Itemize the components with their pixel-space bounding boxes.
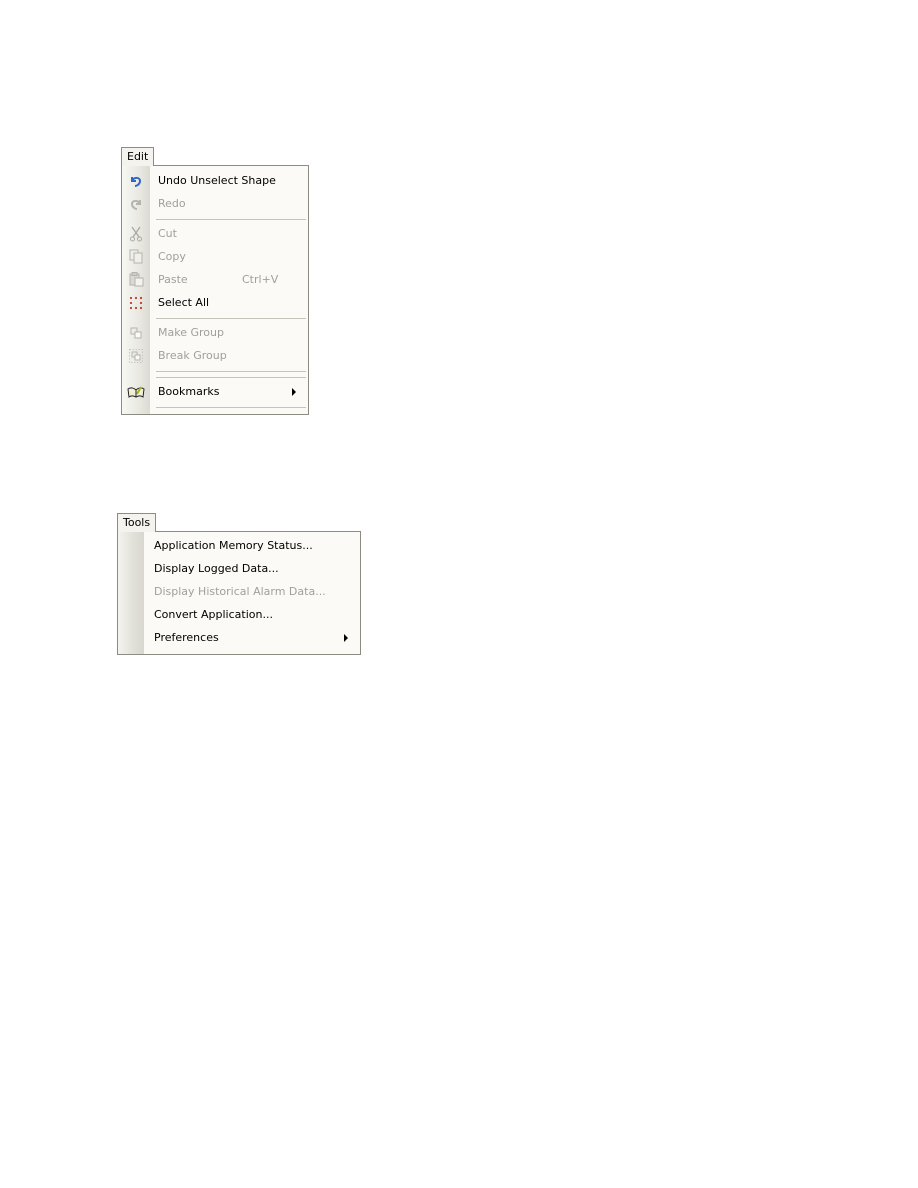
redo-icon [127,195,145,212]
cut-icon [127,225,145,242]
menu-separator [156,407,306,408]
edit-menu: Edit Undo Unselect Shape Redo Cut Copy P… [121,147,309,415]
undo-icon [127,172,145,189]
menu-item-label: Copy [158,250,186,263]
menu-item-copy[interactable]: Copy [122,245,308,268]
menu-item-bookmarks[interactable]: Bookmarks [122,380,308,403]
menu-item-undo[interactable]: Undo Unselect Shape [122,169,308,192]
menu-item-shortcut: Ctrl+V [242,273,279,286]
menu-item-convert-application[interactable]: Convert Application... [118,603,360,626]
edit-menu-title[interactable]: Edit [121,147,155,166]
menu-item-select-all[interactable]: Select All [122,291,308,314]
menu-item-label: Make Group [158,326,224,339]
menu-item-label: Bookmarks [158,385,220,398]
menu-item-label: Convert Application... [154,608,273,621]
menu-item-label: Display Logged Data... [154,562,279,575]
tools-menu-panel: Application Memory Status... Display Log… [117,531,361,655]
menu-item-display-historical-alarm-data[interactable]: Display Historical Alarm Data... [118,580,360,603]
menu-item-label: Preferences [154,631,219,644]
tools-menu: Tools Application Memory Status... Displ… [117,513,361,655]
menu-item-cut[interactable]: Cut [122,222,308,245]
submenu-arrow-icon [344,634,348,642]
edit-menu-panel: Undo Unselect Shape Redo Cut Copy Paste … [121,165,309,415]
menu-item-break-group[interactable]: Break Group [122,344,308,367]
menu-separator [156,318,306,319]
menu-item-label: Cut [158,227,177,240]
select-all-icon [127,294,145,311]
menu-item-label: Undo Unselect Shape [158,174,276,187]
break-group-icon [127,347,145,364]
menu-item-display-logged-data[interactable]: Display Logged Data... [118,557,360,580]
menu-separator [156,371,306,372]
bookmarks-icon [127,383,145,400]
menu-item-label: Paste [158,273,188,286]
menu-item-label: Redo [158,197,186,210]
paste-icon [127,271,145,288]
edit-menu-title-label: Edit [127,150,149,163]
menu-item-application-memory-status[interactable]: Application Memory Status... [118,534,360,557]
menu-separator [156,219,306,220]
tools-menu-title-label: Tools [123,516,151,529]
menu-item-paste[interactable]: Paste Ctrl+V [122,268,308,291]
menu-separator [156,377,306,378]
menu-item-label: Application Memory Status... [154,539,313,552]
menu-item-label: Select All [158,296,210,309]
copy-icon [127,248,145,265]
tools-menu-title[interactable]: Tools [117,513,157,532]
menu-item-preferences[interactable]: Preferences [118,626,360,649]
menu-item-label: Display Historical Alarm Data... [154,585,326,598]
make-group-icon [127,324,145,341]
menu-item-redo[interactable]: Redo [122,192,308,215]
menu-item-make-group[interactable]: Make Group [122,321,308,344]
submenu-arrow-icon [292,388,296,396]
menu-item-label: Break Group [158,349,227,362]
